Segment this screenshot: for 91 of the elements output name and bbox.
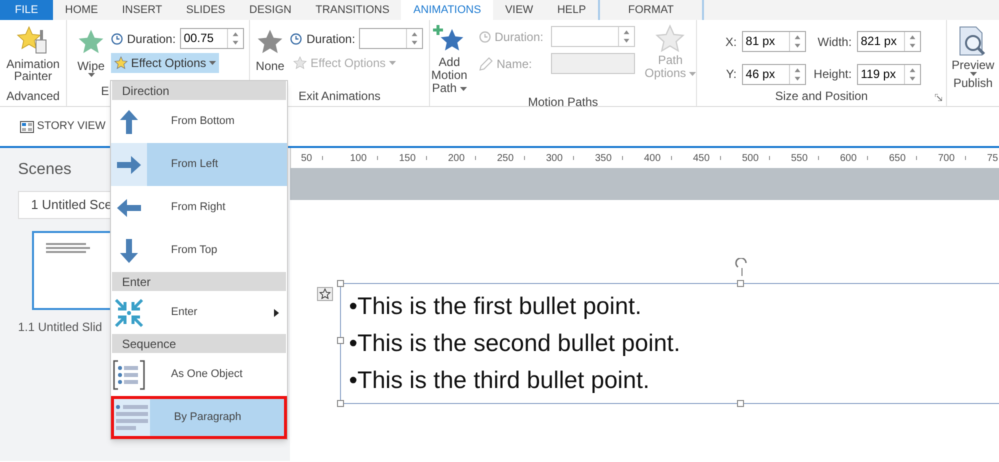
ribbon-tab[interactable]: SLIDES (174, 0, 238, 20)
ruler-label: 250 (497, 152, 514, 166)
sparkle-star-icon (114, 56, 128, 70)
list-bracket-icon (113, 360, 145, 390)
clock-icon (111, 32, 123, 44)
resize-handle[interactable] (337, 280, 344, 287)
name-label: Name: (496, 56, 533, 72)
paragraph-lines-icon (115, 404, 149, 432)
ruler-label: 450 (693, 152, 710, 166)
number-field[interactable]: 46 px (742, 64, 806, 84)
menu-item[interactable]: From Left (111, 143, 287, 186)
group-label: Publish (953, 76, 993, 90)
ruler-label: 75 (987, 152, 998, 166)
wipe-effect-button[interactable]: Wipe (77, 28, 105, 79)
caret-icon (970, 72, 976, 76)
shrink-arrows-icon (113, 296, 145, 328)
duration-field[interactable] (359, 28, 424, 49)
field-label: Y: (725, 66, 737, 83)
menu-item[interactable]: From Right (111, 186, 287, 229)
ruler-label: 550 (791, 152, 808, 166)
ruler-label: 700 (938, 152, 955, 166)
caret-icon (689, 72, 696, 76)
resize-handle[interactable] (737, 280, 744, 287)
group-label: Advanced (6, 89, 60, 103)
field-label: Height: (814, 66, 852, 83)
ruler-label: 100 (350, 152, 367, 166)
group-label: Size and Position (775, 89, 868, 103)
ribbon-tab[interactable]: TRANSITIONS (303, 0, 402, 20)
ribbon-tab[interactable]: FILE (0, 0, 53, 20)
number-field[interactable]: 821 px (856, 31, 921, 52)
ruler-label: 650 (889, 152, 906, 166)
animation-painter-button[interactable]: Animation Painter (6, 26, 60, 82)
duration-label: Duration: (127, 30, 176, 48)
menu-header: Sequence (112, 334, 286, 353)
ruler-label: 300 (546, 152, 563, 166)
resize-handle[interactable] (737, 400, 744, 407)
menu-item[interactable]: By Paragraph (111, 396, 287, 439)
field-label: Width: (816, 34, 852, 50)
scenes-title: Scenes (18, 160, 72, 180)
submenu-arrow-icon (274, 308, 279, 316)
ruler-label: 50 (301, 152, 312, 166)
ribbon-tab[interactable]: HOME (53, 0, 110, 20)
menu-item[interactable]: From Bottom (111, 100, 287, 143)
slide-label: 1.1 Untitled Slid (18, 319, 104, 336)
bullet-text: •This is the first bullet point. (349, 292, 643, 322)
number-field[interactable]: 119 px (856, 64, 921, 84)
resize-handle[interactable] (337, 337, 344, 344)
preview-button[interactable]: Preview (952, 26, 994, 76)
ruler-label: 500 (742, 152, 759, 166)
ruler-label: 350 (595, 152, 612, 166)
ribbon-tab[interactable]: INSERT (110, 0, 174, 20)
ribbon-tab[interactable]: DESIGN (237, 0, 304, 20)
star-icon (655, 24, 686, 54)
bullet-text: •This is the second bullet point. (349, 329, 682, 359)
group-label: Exit Animations (298, 89, 381, 103)
resize-handle[interactable] (337, 400, 344, 407)
pencil-icon (478, 56, 493, 70)
grid-view-icon (20, 120, 34, 132)
bullet-text: •This is the third bullet point. (349, 366, 651, 396)
duration-label: Duration: (494, 28, 544, 46)
ruler-label: 600 (840, 152, 857, 166)
sparkle-star-icon (293, 56, 308, 70)
clock-icon (478, 30, 491, 42)
animation-star-icon[interactable] (317, 287, 333, 301)
menu-item[interactable]: As One Object (111, 353, 287, 396)
ruler-label: 400 (644, 152, 661, 166)
caret-icon (460, 86, 467, 90)
group-label: E (101, 84, 110, 98)
ribbon-tab[interactable]: VIEW (493, 0, 546, 20)
duration-label: Duration: (306, 30, 356, 48)
caret-icon (388, 61, 396, 65)
group-label: Motion Paths (528, 95, 598, 109)
effect-options-button[interactable]: Effect Options (111, 53, 220, 73)
caret-icon (88, 73, 94, 77)
clock-icon (290, 32, 302, 44)
field-label: X: (725, 34, 737, 50)
ribbon-tab[interactable]: ANIMATIONS (401, 0, 494, 20)
ruler-label: 150 (399, 152, 416, 166)
menu-item[interactable]: Enter (111, 291, 287, 334)
number-field[interactable]: 81 px (742, 31, 806, 52)
menu-header: Enter (112, 272, 286, 291)
ruler-label: 200 (448, 152, 465, 166)
story-view-tab[interactable]: STORY VIEW (20, 118, 106, 135)
star-icon (256, 28, 284, 56)
star-icon (77, 28, 105, 56)
menu-header: Direction (112, 81, 286, 100)
dialog-launcher-icon[interactable] (935, 94, 942, 101)
menu-item[interactable]: From Top (111, 229, 287, 272)
ribbon-tab[interactable]: HELP (545, 0, 598, 20)
duration-field[interactable]: 00.75 (180, 28, 244, 49)
caret-icon (209, 61, 216, 65)
